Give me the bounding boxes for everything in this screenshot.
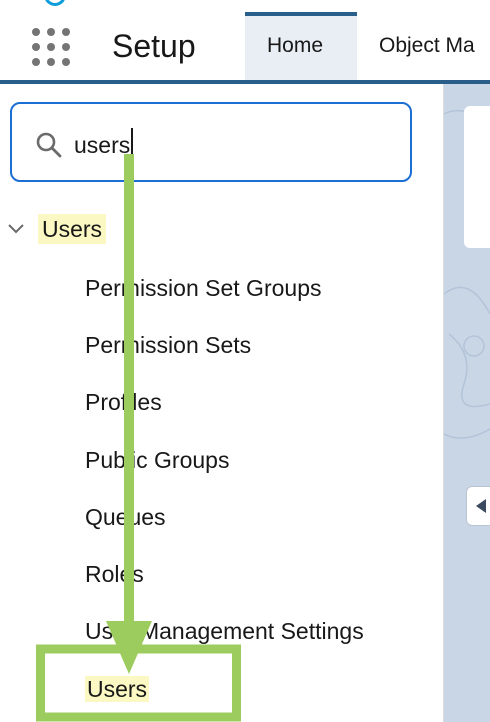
- main-content-background: [444, 84, 490, 722]
- text-cursor: [131, 128, 133, 160]
- app-name: Setup: [112, 28, 196, 64]
- tree-item-public-groups[interactable]: Public Groups: [85, 444, 229, 476]
- tree-item-users[interactable]: Users: [85, 673, 150, 705]
- search-input[interactable]: [72, 124, 396, 166]
- chevron-left-icon: [476, 499, 486, 513]
- tree-item-users-label: Users: [85, 676, 150, 702]
- tree-item-queues[interactable]: Queues: [85, 501, 166, 533]
- app-launcher-button[interactable]: [30, 26, 72, 68]
- tab-object-manager[interactable]: Object Ma: [357, 12, 490, 80]
- top-strip: [0, 0, 490, 12]
- tree-item-user-management-settings[interactable]: User Management Settings: [85, 615, 364, 647]
- collapse-button[interactable]: [466, 486, 490, 526]
- tree-node-label: Users: [38, 214, 107, 244]
- quick-find-search[interactable]: [10, 102, 412, 182]
- tree-item-profiles[interactable]: Profiles: [85, 386, 162, 418]
- tree-node-users[interactable]: Users: [0, 206, 443, 252]
- chevron-down-icon[interactable]: [6, 218, 26, 238]
- search-icon: [36, 132, 62, 158]
- setup-header: Setup Home Object Ma: [0, 12, 490, 84]
- logo-fragment: [44, 0, 66, 6]
- tab-home[interactable]: Home: [245, 12, 357, 80]
- tree-item-permission-set-groups[interactable]: Permission Set Groups: [85, 272, 321, 304]
- tree-item-roles[interactable]: Roles: [85, 558, 144, 590]
- content-card: [464, 106, 490, 248]
- setup-sidebar: Users Permission Set Groups Permission S…: [0, 84, 444, 722]
- tree-item-permission-sets[interactable]: Permission Sets: [85, 329, 251, 361]
